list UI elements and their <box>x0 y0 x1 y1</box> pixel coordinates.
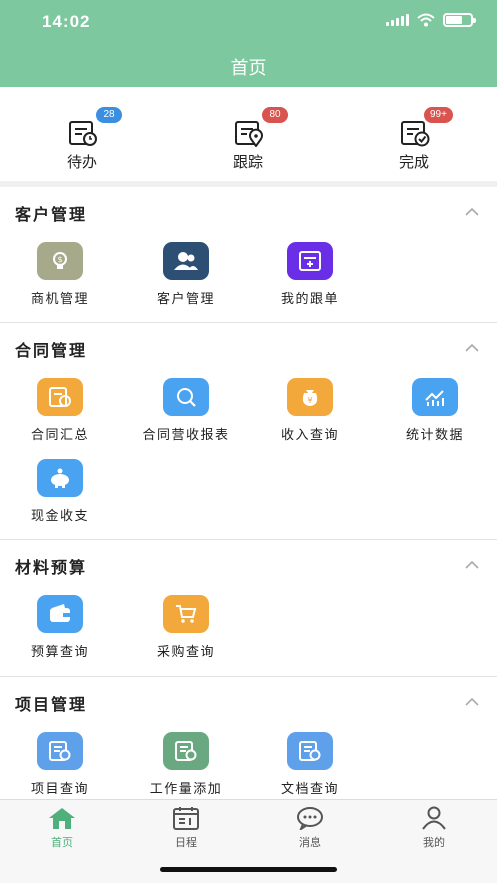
workload-doc-icon <box>163 732 209 770</box>
calendar-icon <box>173 807 199 830</box>
battery-icon <box>443 13 476 27</box>
item-label: 合同汇总 <box>30 427 89 442</box>
item-label: 采购查询 <box>156 644 215 659</box>
stat-badge: 80 <box>262 107 288 123</box>
item-project-query[interactable]: 项目查询 <box>7 732 107 802</box>
tab-home[interactable]: 首页 <box>32 806 92 850</box>
done-check-icon <box>401 121 430 147</box>
item-workload-add[interactable]: 工作量添加 <box>133 732 233 802</box>
item-document-query[interactable]: 文档查询 <box>257 732 357 802</box>
stat-done[interactable]: 99+ 完成 <box>354 87 474 181</box>
tab-label: 日程 <box>175 837 197 849</box>
item-contract-revenue-report[interactable]: 合同营收报表 <box>133 378 233 448</box>
item-purchase-query[interactable]: 采购查询 <box>133 595 233 665</box>
stat-badge: 99+ <box>424 107 453 123</box>
shopping-cart-icon <box>163 595 209 633</box>
item-contract-summary[interactable]: 合同汇总 <box>7 378 107 448</box>
stats-row: 28 待办 80 跟踪 99+ 完成 <box>0 87 497 181</box>
chevron-up-icon[interactable] <box>465 558 479 572</box>
section-title: 项目管理 <box>15 697 88 714</box>
stat-todo[interactable]: 28 待办 <box>22 87 142 181</box>
item-label: 客户管理 <box>156 291 215 306</box>
item-income-query[interactable]: ¥ 收入查询 <box>257 378 357 448</box>
item-label: 我的跟单 <box>280 291 339 306</box>
wifi-icon <box>417 13 435 27</box>
track-location-icon <box>235 121 263 147</box>
opportunity-bulb-icon: $ <box>37 242 83 280</box>
chevron-up-icon[interactable] <box>465 205 479 219</box>
stat-label: 待办 <box>66 154 97 171</box>
tab-messages[interactable]: 消息 <box>280 806 340 850</box>
item-label: 预算查询 <box>30 644 89 659</box>
item-label: 商机管理 <box>30 291 89 306</box>
item-cash-flow[interactable]: 现金收支 <box>7 459 107 529</box>
section-title: 合同管理 <box>15 343 88 360</box>
item-label: 项目查询 <box>30 781 89 796</box>
item-statistics[interactable]: 统计数据 <box>382 378 482 448</box>
add-order-icon <box>287 242 333 280</box>
tab-schedule[interactable]: 日程 <box>156 806 216 850</box>
chevron-up-icon[interactable] <box>465 341 479 355</box>
top-header: 14:02 首页 <box>0 0 497 87</box>
svg-text:$: $ <box>57 255 62 264</box>
status-time: 14:02 <box>42 12 91 31</box>
item-label: 现金收支 <box>30 508 89 523</box>
chevron-up-icon[interactable] <box>465 695 479 709</box>
project-doc-icon <box>37 732 83 770</box>
status-icons <box>386 13 476 27</box>
item-label: 合同营收报表 <box>142 427 230 442</box>
section-title: 材料预算 <box>15 560 88 577</box>
item-budget-query[interactable]: 预算查询 <box>7 595 107 665</box>
tab-label: 首页 <box>51 837 73 849</box>
todo-list-clock-icon <box>69 121 97 146</box>
message-icon <box>297 807 323 830</box>
item-my-orders[interactable]: 我的跟单 <box>257 242 357 312</box>
profile-icon <box>422 806 446 830</box>
item-label: 文档查询 <box>280 781 339 796</box>
stat-badge: 28 <box>96 107 122 123</box>
stat-label: 跟踪 <box>232 154 263 171</box>
tab-label: 消息 <box>299 837 321 849</box>
section-material-budget: 材料预算 预算查询 采购查询 <box>0 540 497 676</box>
item-label: 工作量添加 <box>149 781 223 796</box>
svg-text:¥: ¥ <box>307 396 312 405</box>
statistics-chart-icon <box>412 378 458 416</box>
income-bag-icon: ¥ <box>287 378 333 416</box>
search-report-icon <box>163 378 209 416</box>
contract-summary-icon <box>37 378 83 416</box>
home-icon <box>49 808 75 829</box>
stat-label: 完成 <box>398 154 429 171</box>
section-title: 客户管理 <box>15 207 88 224</box>
wallet-icon <box>37 595 83 633</box>
piggy-bank-icon <box>37 459 83 497</box>
home-indicator <box>160 867 337 872</box>
document-doc-icon <box>287 732 333 770</box>
item-label: 收入查询 <box>280 427 339 442</box>
section-project-management: 项目管理 项目查询 工作量添加 文档查询 <box>0 677 497 799</box>
item-opportunity[interactable]: $ 商机管理 <box>7 242 107 312</box>
item-label: 统计数据 <box>405 427 464 442</box>
customers-icon <box>163 242 209 280</box>
page-title: 首页 <box>230 58 267 78</box>
item-customers[interactable]: 客户管理 <box>133 242 233 312</box>
stat-tracking[interactable]: 80 跟踪 <box>188 87 308 181</box>
tab-label: 我的 <box>423 837 445 849</box>
section-contract-management: 合同管理 合同汇总 合同营收报表 ¥ 收入查询 统计数据 现金收支 <box>0 323 497 540</box>
signal-icon <box>386 14 409 26</box>
section-customer-management: 客户管理 $ 商机管理 客户管理 我的跟单 <box>0 187 497 323</box>
tab-profile[interactable]: 我的 <box>404 806 464 850</box>
